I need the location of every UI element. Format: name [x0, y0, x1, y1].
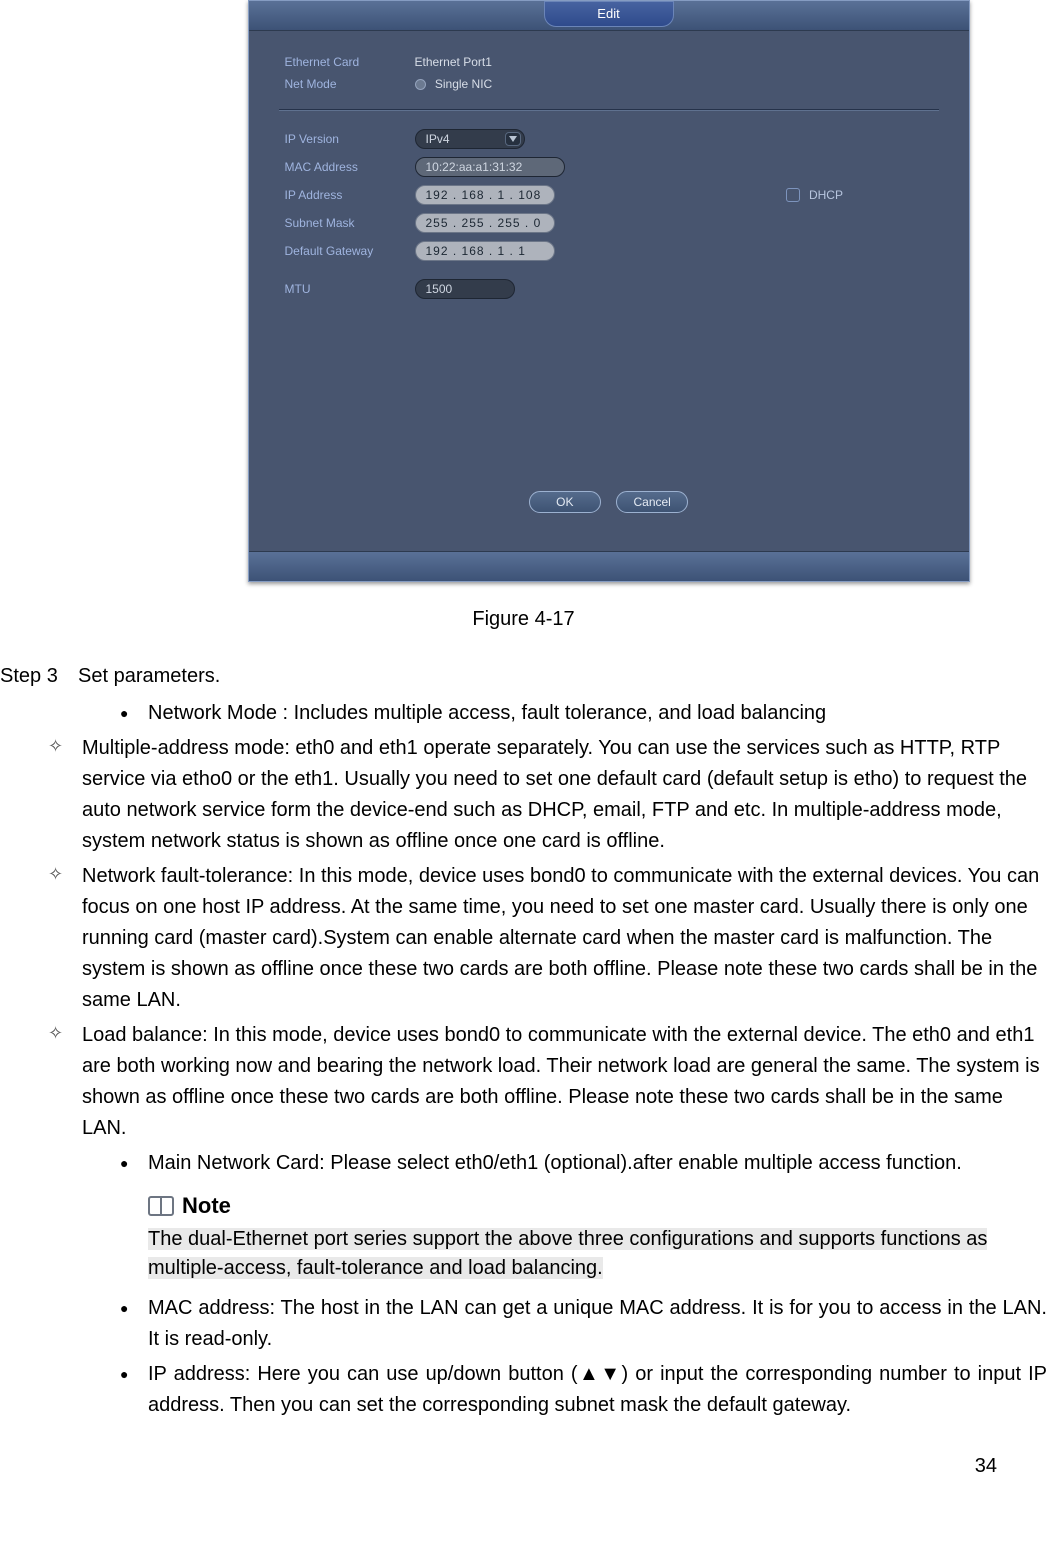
chevron-down-icon [505, 132, 521, 146]
net-mode-value: Single NIC [435, 77, 492, 91]
ip-version-label: IP Version [279, 125, 409, 153]
mtu-label: MTU [279, 265, 409, 303]
ip-version-value: IPv4 [426, 132, 450, 146]
bullet-network-mode: Network Mode : Includes multiple access,… [120, 698, 1047, 729]
note-text: The dual-Ethernet port series support th… [148, 1228, 987, 1279]
mtu-value: 1500 [426, 282, 453, 296]
edit-dialog: Edit Ethernet Card Ethernet Port1 Net Mo… [248, 0, 970, 582]
ip-label: IP Address [279, 181, 409, 209]
subnet-label: Subnet Mask [279, 209, 409, 237]
dialog-body: Ethernet Card Ethernet Port1 Net Mode Si… [249, 31, 969, 551]
divider [279, 109, 939, 111]
gateway-value: 192 . 168 . 1 . 1 [426, 244, 526, 258]
mac-field: 10:22:aa:a1:31:32 [415, 157, 565, 177]
step-label: Step 3 [0, 661, 78, 692]
net-mode-label: Net Mode [279, 73, 409, 95]
dialog-titlebar: Edit [249, 1, 969, 31]
page-number: 34 [0, 1425, 1047, 1478]
bullet-main-card: Main Network Card: Please select eth0/et… [120, 1148, 1047, 1179]
diamond-multiple-address: Multiple-address mode: eth0 and eth1 ope… [48, 733, 1047, 857]
subnet-field[interactable]: 255 . 255 . 255 . 0 [415, 213, 555, 233]
diamond-load-balance: Load balance: In this mode, device uses … [48, 1020, 1047, 1144]
book-icon [148, 1196, 174, 1216]
ip-value: 192 . 168 . 1 . 108 [426, 188, 542, 202]
cancel-button[interactable]: Cancel [616, 491, 688, 513]
ok-button[interactable]: OK [529, 491, 601, 513]
step-text: Set parameters. [78, 661, 220, 692]
bullet-mac: MAC address: The host in the LAN can get… [120, 1293, 1047, 1355]
dialog-footer [249, 551, 969, 581]
ethernet-card-label: Ethernet Card [279, 51, 409, 73]
dhcp-label: DHCP [809, 188, 843, 202]
note-title: Note [182, 1189, 231, 1223]
gateway-field[interactable]: 192 . 168 . 1 . 1 [415, 241, 555, 261]
dhcp-checkbox[interactable] [786, 188, 800, 202]
dialog-title: Edit [544, 1, 674, 27]
figure-caption: Figure 4-17 [0, 608, 1047, 631]
mac-label: MAC Address [279, 153, 409, 181]
subnet-value: 255 . 255 . 255 . 0 [426, 216, 542, 230]
diamond-fault-tolerance: Network fault-tolerance: In this mode, d… [48, 861, 1047, 1016]
gateway-label: Default Gateway [279, 237, 409, 265]
ip-version-select[interactable]: IPv4 [415, 129, 525, 149]
net-mode-radio[interactable] [415, 79, 426, 90]
ethernet-card-value: Ethernet Port1 [415, 55, 492, 69]
ip-field[interactable]: 192 . 168 . 1 . 108 [415, 185, 555, 205]
mac-value: 10:22:aa:a1:31:32 [426, 160, 523, 174]
bullet-ip: IP address: Here you can use up/down but… [120, 1359, 1047, 1421]
mtu-field[interactable]: 1500 [415, 279, 515, 299]
